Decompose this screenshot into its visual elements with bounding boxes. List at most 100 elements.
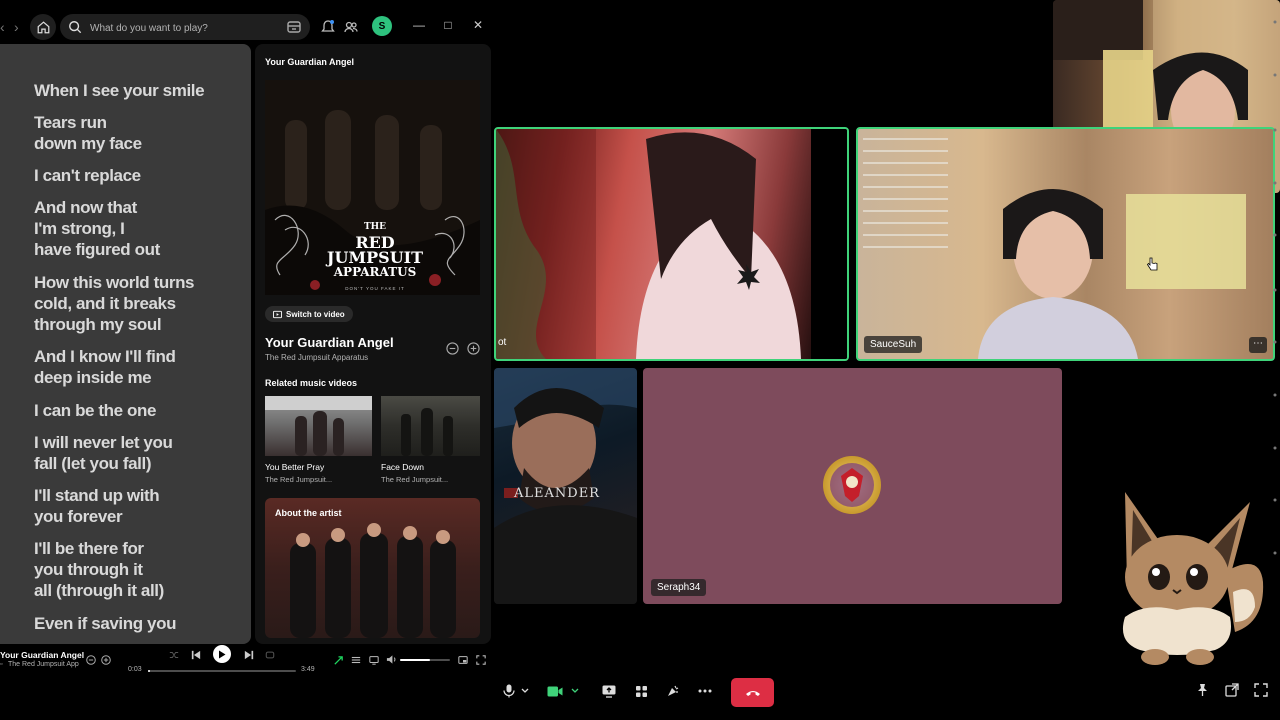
about-artist-card[interactable]: About the artist xyxy=(265,498,480,638)
participant-video xyxy=(496,129,847,359)
avatar-emblem-icon xyxy=(830,463,874,507)
fullscreen-icon[interactable] xyxy=(1254,683,1268,697)
play-button[interactable] xyxy=(213,645,231,663)
explicit-icon: ▫ xyxy=(0,661,3,668)
participant-avatar xyxy=(823,456,881,514)
soundboard-icon xyxy=(668,685,679,696)
participant-name: SauceSuh xyxy=(864,336,923,353)
home-button[interactable] xyxy=(30,14,56,40)
avatar[interactable]: S xyxy=(372,16,392,36)
miniplayer-icon[interactable] xyxy=(458,655,468,665)
lyric-line[interactable]: I can't replace xyxy=(34,165,244,186)
participant-name: ot xyxy=(498,337,507,348)
progress-fill xyxy=(148,670,150,672)
cover-text: APPARATUS xyxy=(333,265,417,279)
participant-tile[interactable]: ot xyxy=(494,127,849,361)
player-bar: Your Guardian Angel ▫ The Red Jumpsuit A… xyxy=(0,644,493,680)
forward-icon[interactable]: › xyxy=(14,19,19,35)
now-playing-view-icon[interactable] xyxy=(333,655,344,666)
fullscreen-icon[interactable] xyxy=(476,655,486,665)
more-options-button[interactable] xyxy=(692,678,718,704)
remove-circle-icon[interactable] xyxy=(446,342,459,355)
switch-to-video-label: Switch to video xyxy=(286,309,345,319)
eevee-overlay-image xyxy=(1122,492,1264,665)
minimize-icon[interactable]: — xyxy=(410,18,428,32)
spotify-window: ‹ › S — □ ✕ When I see your smile Tears … xyxy=(0,10,493,680)
track-title[interactable]: Your Guardian Angel xyxy=(265,335,394,350)
volume-slider[interactable] xyxy=(400,659,450,661)
cursor-hand-icon xyxy=(1146,257,1158,271)
switch-to-video-button[interactable]: Switch to video xyxy=(265,306,353,322)
lyric-line[interactable]: Tears run down my face xyxy=(34,112,244,154)
participant-video xyxy=(863,138,1246,359)
back-icon[interactable]: ‹ xyxy=(0,19,5,35)
activities-icon xyxy=(635,685,647,697)
activities-button[interactable] xyxy=(628,678,654,704)
lyric-line[interactable]: I'll stand up with you forever xyxy=(34,485,244,527)
add-circle-icon[interactable] xyxy=(101,655,111,665)
lyrics-panel: When I see your smile Tears run down my … xyxy=(0,44,251,644)
lyric-line[interactable]: I can be the one xyxy=(34,400,244,421)
lyric-line[interactable]: And I know I'll find deep inside me xyxy=(34,346,244,388)
camera-button[interactable] xyxy=(542,678,568,704)
related-video-artist[interactable]: The Red Jumpsuit... xyxy=(265,475,332,484)
lyric-line[interactable]: I'll be there for you through it all (th… xyxy=(34,538,244,601)
connect-device-icon[interactable] xyxy=(369,655,379,665)
elapsed-time: 0:03 xyxy=(128,666,142,673)
related-video-title[interactable]: Face Down xyxy=(381,462,424,472)
progress-bar[interactable] xyxy=(148,670,296,672)
lyric-line[interactable]: When I see your smile xyxy=(34,80,244,101)
browse-icon[interactable] xyxy=(286,19,302,35)
video-options-button[interactable] xyxy=(568,678,582,704)
maximize-icon[interactable]: □ xyxy=(439,18,457,32)
share-screen-button[interactable] xyxy=(596,678,622,704)
volume-icon[interactable] xyxy=(386,654,397,665)
audio-options-button[interactable] xyxy=(518,678,532,704)
home-icon xyxy=(37,20,49,33)
soundboard-button[interactable] xyxy=(660,678,686,704)
player-track-title[interactable]: Your Guardian Angel xyxy=(0,650,84,660)
next-icon[interactable] xyxy=(244,650,254,660)
about-artist-label: About the artist xyxy=(275,508,342,518)
more-options-button[interactable]: ⋯ xyxy=(1249,337,1267,353)
popout-icon[interactable] xyxy=(1225,683,1239,697)
participant-name: Seraph34 xyxy=(651,579,707,596)
related-video-thumbnail[interactable] xyxy=(381,396,480,456)
add-circle-icon[interactable] xyxy=(467,342,480,355)
remove-circle-icon[interactable] xyxy=(86,655,96,665)
lyric-line[interactable]: And now that I'm strong, I have figured … xyxy=(34,197,244,260)
queue-icon[interactable] xyxy=(351,655,361,665)
shuffle-icon[interactable] xyxy=(169,650,179,660)
search-box[interactable] xyxy=(60,14,310,42)
participant-tile[interactable]: SauceSuh ⋯ xyxy=(856,127,1275,361)
pin-icon[interactable] xyxy=(1196,683,1209,697)
edge-dots xyxy=(1273,20,1277,555)
lyric-line[interactable]: Even if saving you xyxy=(34,613,244,634)
lyric-line[interactable]: I will never let you fall (let you fall) xyxy=(34,432,244,474)
participant-tile[interactable]: Seraph34 xyxy=(643,368,1062,604)
track-artist[interactable]: The Red Jumpsuit Apparatus xyxy=(265,353,368,362)
volume-fill xyxy=(400,659,430,661)
more-icon xyxy=(698,689,712,693)
related-video-artist[interactable]: The Red Jumpsuit... xyxy=(381,475,448,484)
friends-icon[interactable] xyxy=(343,19,359,35)
related-video-thumbnail[interactable] xyxy=(265,396,372,456)
repeat-icon[interactable] xyxy=(265,650,275,660)
call-controls xyxy=(494,678,784,707)
participant-tile[interactable]: ALEANDER xyxy=(494,368,637,604)
close-icon[interactable]: ✕ xyxy=(469,18,487,32)
artist-photo xyxy=(290,523,456,638)
lyric-line[interactable]: How this world turns cold, and it breaks… xyxy=(34,272,244,335)
previous-icon[interactable] xyxy=(191,650,201,660)
search-input[interactable] xyxy=(88,14,282,42)
now-playing-panel: Your Guardian Angel THE RED JUMPSUIT APP… xyxy=(255,44,491,644)
end-call-button[interactable] xyxy=(731,678,774,707)
player-track-artist[interactable]: The Red Jumpsuit App xyxy=(8,661,79,668)
play-icon xyxy=(219,650,226,658)
album-cover[interactable]: THE RED JUMPSUIT APPARATUS DON'T YOU FAK… xyxy=(265,80,480,295)
shirt-logo: ALEANDER xyxy=(514,486,600,501)
related-video-title[interactable]: You Better Pray xyxy=(265,462,324,472)
bell-icon[interactable] xyxy=(320,19,336,35)
camera-icon xyxy=(547,686,563,696)
cover-small-text: DON'T YOU FAKE IT xyxy=(345,286,405,291)
